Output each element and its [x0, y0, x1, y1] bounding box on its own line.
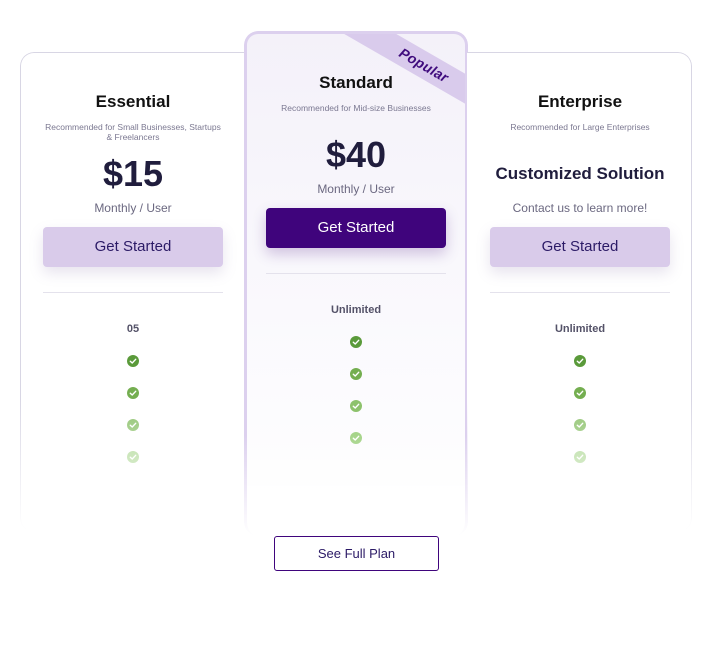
divider — [266, 273, 446, 274]
check-circle-icon — [350, 432, 362, 444]
plan-description: Recommended for Mid-size Businesses — [281, 103, 431, 113]
feature-value: 05 — [126, 323, 140, 335]
feature-checks — [43, 355, 223, 463]
plan-price-note: Monthly / User — [317, 182, 395, 196]
get-started-button[interactable]: Get Started — [43, 227, 223, 267]
check-circle-icon — [574, 387, 586, 399]
divider — [43, 292, 223, 293]
check-circle-icon — [574, 419, 586, 431]
check-circle-icon — [350, 368, 362, 380]
plan-card-standard: Popular Standard Recommended for Mid-siz… — [244, 31, 468, 536]
check-circle-icon — [350, 400, 362, 412]
check-circle-icon — [127, 355, 139, 367]
plan-price: $40 — [325, 134, 387, 175]
check-circle-icon — [127, 451, 139, 463]
divider — [490, 292, 670, 293]
see-full-plan-button[interactable]: See Full Plan — [274, 536, 439, 571]
check-circle-icon — [127, 419, 139, 431]
plan-price: Customized Solution — [495, 164, 665, 183]
plan-description: Recommended for Small Businesses, Startu… — [45, 122, 221, 142]
feature-value: Unlimited — [330, 304, 382, 316]
plan-name: Standard — [319, 73, 393, 92]
plan-card-enterprise: Enterprise Recommended for Large Enterpr… — [467, 52, 692, 532]
plan-card-essential: Essential Recommended for Small Business… — [20, 52, 245, 532]
feature-checks — [490, 355, 670, 463]
plan-name: Enterprise — [537, 92, 623, 111]
plan-price-note: Contact us to learn more! — [512, 201, 648, 215]
feature-value: Unlimited — [554, 323, 606, 335]
get-started-button[interactable]: Get Started — [266, 208, 446, 248]
check-circle-icon — [574, 451, 586, 463]
check-circle-icon — [127, 387, 139, 399]
check-circle-icon — [574, 355, 586, 367]
plan-name: Essential — [95, 92, 171, 111]
feature-checks — [266, 336, 446, 444]
plan-description: Recommended for Large Enterprises — [510, 122, 650, 132]
plan-price-note: Monthly / User — [94, 201, 172, 215]
plan-price: $15 — [102, 153, 164, 194]
get-started-button[interactable]: Get Started — [490, 227, 670, 267]
check-circle-icon — [350, 336, 362, 348]
